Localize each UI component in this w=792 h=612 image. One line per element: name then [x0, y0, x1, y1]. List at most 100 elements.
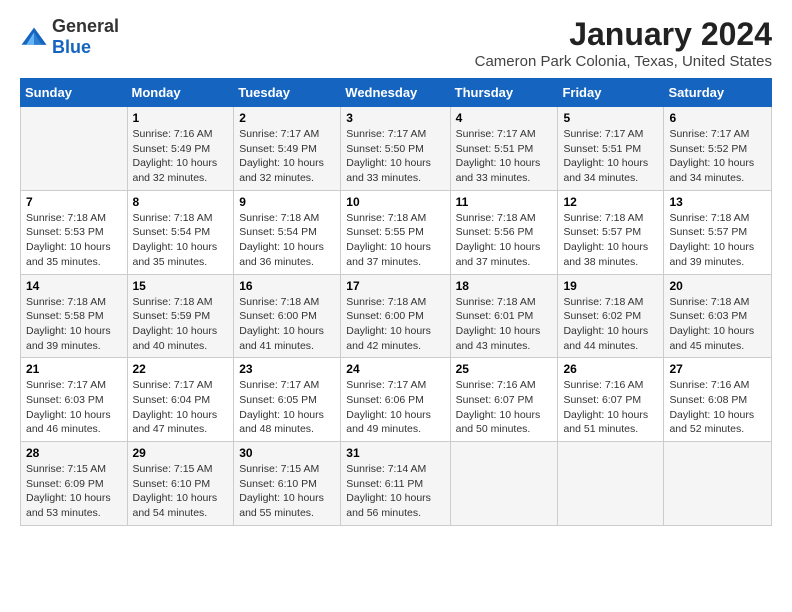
day-number: 30	[239, 446, 335, 460]
day-number: 1	[133, 111, 229, 125]
sunset-text: Sunset: 6:10 PM	[239, 478, 317, 490]
calendar-cell	[450, 442, 558, 526]
calendar-cell: 30Sunrise: 7:15 AMSunset: 6:10 PMDayligh…	[234, 442, 341, 526]
day-number: 19	[563, 279, 658, 293]
daylight-text: Daylight: 10 hoursand 35 minutes.	[133, 241, 218, 268]
sunset-text: Sunset: 6:07 PM	[456, 394, 534, 406]
sunset-text: Sunset: 6:06 PM	[346, 394, 424, 406]
day-info: Sunrise: 7:18 AM Sunset: 5:58 PM Daylight:…	[26, 295, 122, 354]
calendar-cell: 2Sunrise: 7:17 AMSunset: 5:49 PMDaylight…	[234, 107, 341, 191]
calendar-table: SundayMondayTuesdayWednesdayThursdayFrid…	[20, 78, 772, 526]
sunset-text: Sunset: 5:56 PM	[456, 226, 534, 238]
day-number: 31	[346, 446, 444, 460]
calendar-cell: 25 Sunrise: 7:16 AM Sunset: 6:07 PM Dayligh…	[450, 358, 558, 442]
day-info: Sunrise: 7:15 AM Sunset: 6:09 PM Daylight:…	[26, 462, 122, 521]
daylight-text: Daylight: 10 hoursand 48 minutes.	[239, 409, 324, 436]
calendar-cell: 20Sunrise: 7:18 AMSunset: 6:03 PMDayligh…	[664, 274, 772, 358]
daylight-text: Daylight: 10 hoursand 44 minutes.	[563, 325, 648, 352]
day-info: Sunrise: 7:18 AMSunset: 6:00 PMDaylight:…	[239, 295, 335, 354]
sunrise-text: Sunrise: 7:18 AM	[26, 212, 106, 224]
sunrise-text: Sunrise: 7:17 AM	[346, 379, 426, 391]
header-wednesday: Wednesday	[341, 79, 450, 107]
sunset-text: Sunset: 5:54 PM	[239, 226, 317, 238]
sunrise-text: Sunrise: 7:17 AM	[669, 128, 749, 140]
header-row: SundayMondayTuesdayWednesdayThursdayFrid…	[21, 79, 772, 107]
calendar-cell: 26 Sunrise: 7:16 AMSunset: 6:07 PMDayligh…	[558, 358, 664, 442]
day-info: Sunrise: 7:17 AMSunset: 5:49 PMDaylight:…	[239, 127, 335, 186]
sunset-text: Sunset: 5:57 PM	[669, 226, 747, 238]
sunrise-text: Sunrise: 7:16 AM	[133, 128, 213, 140]
day-number: 13	[669, 195, 766, 209]
day-number: 21	[26, 362, 122, 376]
daylight-text: Daylight: 10 hoursand 45 minutes.	[669, 325, 754, 352]
sunset-text: Sunset: 5:53 PM	[26, 226, 104, 238]
sunset-text: Sunset: 6:05 PM	[239, 394, 317, 406]
day-number: 28	[26, 446, 122, 460]
calendar-cell: 13 Sunrise: 7:18 AM Sunset: 5:57 PM Dayligh…	[664, 190, 772, 274]
day-info: Sunrise: 7:16 AMSunset: 6:07 PMDaylight:…	[563, 378, 658, 437]
calendar-cell: 11Sunrise: 7:18 AMSunset: 5:56 PMDayligh…	[450, 190, 558, 274]
daylight-text: Daylight: 10 hoursand 54 minutes.	[133, 492, 218, 519]
daylight-text: Daylight: 10 hoursand 33 minutes.	[456, 157, 541, 184]
daylight-text: Daylight: 10 hoursand 50 minutes.	[456, 409, 541, 436]
day-info: Sunrise: 7:18 AMSunset: 6:02 PMDaylight:…	[563, 295, 658, 354]
day-info: Sunrise: 7:16 AM Sunset: 6:07 PM Daylight:…	[456, 378, 553, 437]
daylight-text: Daylight: 10 hoursand 37 minutes.	[456, 241, 541, 268]
calendar-cell: 29Sunrise: 7:15 AMSunset: 6:10 PMDayligh…	[127, 442, 234, 526]
sunset-text: Sunset: 6:02 PM	[563, 310, 641, 322]
day-number: 20	[669, 279, 766, 293]
sunrise-text: Sunrise: 7:18 AM	[669, 212, 749, 224]
day-info: Sunrise: 7:18 AMSunset: 6:00 PMDaylight:…	[346, 295, 444, 354]
daylight-text: Daylight: 10 hoursand 41 minutes.	[239, 325, 324, 352]
sunset-text: Sunset: 6:03 PM	[26, 394, 104, 406]
calendar-cell	[664, 442, 772, 526]
daylight-text: Daylight: 10 hoursand 39 minutes.	[26, 325, 111, 352]
sunset-text: Sunset: 5:49 PM	[239, 143, 317, 155]
day-number: 17	[346, 279, 444, 293]
sunset-text: Sunset: 5:58 PM	[26, 310, 104, 322]
calendar-cell: 22Sunrise: 7:17 AMSunset: 6:04 PMDayligh…	[127, 358, 234, 442]
calendar-cell: 10Sunrise: 7:18 AMSunset: 5:55 PMDayligh…	[341, 190, 450, 274]
calendar-row-1: 7Sunrise: 7:18 AMSunset: 5:53 PMDaylight…	[21, 190, 772, 274]
sunrise-text: Sunrise: 7:15 AM	[26, 463, 106, 475]
header-tuesday: Tuesday	[234, 79, 341, 107]
day-info: Sunrise: 7:18 AMSunset: 5:59 PMDaylight:…	[133, 295, 229, 354]
day-info: Sunrise: 7:15 AMSunset: 6:10 PMDaylight:…	[133, 462, 229, 521]
day-info: Sunrise: 7:17 AM Sunset: 6:06 PM Daylight:…	[346, 378, 444, 437]
daylight-text: Daylight: 10 hoursand 49 minutes.	[346, 409, 431, 436]
calendar-cell: 6Sunrise: 7:17 AMSunset: 5:52 PMDaylight…	[664, 107, 772, 191]
daylight-text: Daylight: 10 hoursand 39 minutes.	[669, 241, 754, 268]
sunset-text: Sunset: 6:10 PM	[133, 478, 211, 490]
sunset-text: Sunset: 5:51 PM	[563, 143, 641, 155]
calendar-row-2: 14Sunrise: 7:18 AMSunset: 5:58 PMDayligh…	[21, 274, 772, 358]
sunset-text: Sunset: 6:09 PM	[26, 478, 104, 490]
daylight-text: Daylight: 10 hoursand 56 minutes.	[346, 492, 431, 519]
sunrise-text: Sunrise: 7:18 AM	[26, 296, 106, 308]
sunset-text: Sunset: 6:07 PM	[563, 394, 641, 406]
sunset-text: Sunset: 6:00 PM	[346, 310, 424, 322]
day-info: Sunrise: 7:16 AMSunset: 5:49 PMDaylight:…	[133, 127, 229, 186]
title-area: January 2024 Cameron Park Colonia, Texas…	[475, 16, 772, 70]
sunrise-text: Sunrise: 7:16 AM	[456, 379, 536, 391]
sunrise-text: Sunrise: 7:18 AM	[456, 296, 536, 308]
day-number: 25	[456, 362, 553, 376]
sunrise-text: Sunrise: 7:17 AM	[26, 379, 106, 391]
logo: General Blue	[20, 16, 119, 58]
day-info: Sunrise: 7:16 AMSunset: 6:08 PMDaylight:…	[669, 378, 766, 437]
day-number: 26	[563, 362, 658, 376]
day-info: Sunrise: 7:18 AMSunset: 5:57 PMDaylight:…	[563, 211, 658, 270]
day-number: 6	[669, 111, 766, 125]
calendar-cell: 4Sunrise: 7:17 AMSunset: 5:51 PMDaylight…	[450, 107, 558, 191]
daylight-text: Daylight: 10 hoursand 46 minutes.	[26, 409, 111, 436]
header-friday: Friday	[558, 79, 664, 107]
daylight-text: Daylight: 10 hoursand 53 minutes.	[26, 492, 111, 519]
sunrise-text: Sunrise: 7:17 AM	[346, 128, 426, 140]
sunset-text: Sunset: 5:49 PM	[133, 143, 211, 155]
sunrise-text: Sunrise: 7:18 AM	[133, 212, 213, 224]
calendar-row-3: 21 Sunrise: 7:17 AM Sunset: 6:03 PM Dayligh…	[21, 358, 772, 442]
sunset-text: Sunset: 6:03 PM	[669, 310, 747, 322]
day-info: Sunrise: 7:17 AMSunset: 6:04 PMDaylight:…	[133, 378, 229, 437]
sunset-text: Sunset: 5:54 PM	[133, 226, 211, 238]
sunrise-text: Sunrise: 7:18 AM	[133, 296, 213, 308]
subtitle: Cameron Park Colonia, Texas, United Stat…	[475, 53, 772, 70]
